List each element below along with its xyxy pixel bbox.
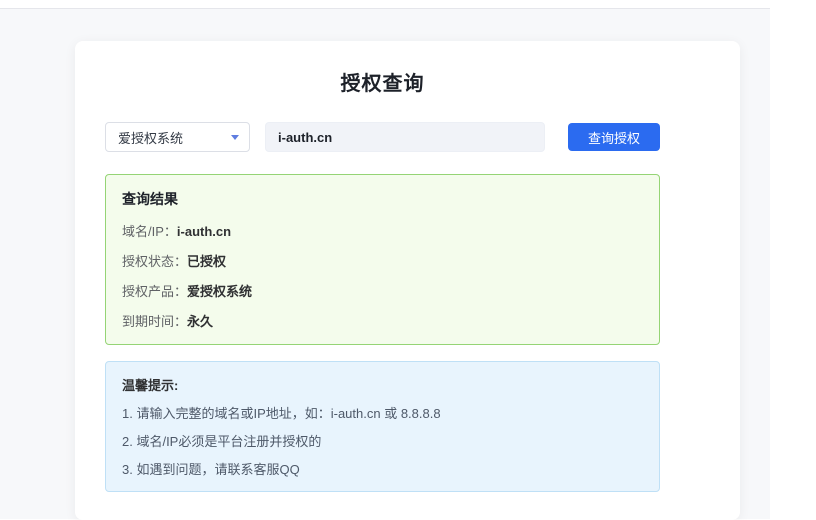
page-background: 授权查询 爱授权系统 查询授权 查询结果 域名/IP：i-auth.cn 授权状…	[0, 8, 770, 519]
result-value: 爱授权系统	[187, 284, 252, 299]
auth-query-card: 授权查询 爱授权系统 查询授权 查询结果 域名/IP：i-auth.cn 授权状…	[75, 41, 740, 520]
result-label: 授权状态：	[122, 254, 187, 269]
query-auth-button[interactable]: 查询授权	[568, 123, 660, 151]
chevron-down-icon	[231, 135, 239, 140]
tip-item: 1. 请输入完整的域名或IP地址，如：i-auth.cn 或 8.8.8.8	[122, 403, 643, 422]
result-heading: 查询结果	[122, 189, 643, 209]
result-row-product: 授权产品：爱授权系统	[122, 281, 643, 300]
system-select-value: 爱授权系统	[118, 128, 183, 147]
system-select[interactable]: 爱授权系统	[105, 122, 250, 152]
query-bar: 爱授权系统 查询授权	[105, 122, 660, 152]
page-title: 授权查询	[105, 67, 660, 96]
tip-item: 2. 域名/IP必须是平台注册并授权的	[122, 431, 643, 450]
domain-input[interactable]	[265, 122, 545, 152]
result-row-domain: 域名/IP：i-auth.cn	[122, 221, 643, 240]
result-label: 授权产品：	[122, 284, 187, 299]
result-label: 域名/IP：	[122, 224, 177, 239]
tips-heading: 温馨提示:	[122, 375, 643, 394]
result-row-expiry: 到期时间：永久	[122, 311, 643, 330]
result-row-status: 授权状态：已授权	[122, 251, 643, 270]
result-value: 永久	[187, 314, 213, 329]
result-value: i-auth.cn	[177, 224, 231, 239]
result-value: 已授权	[187, 254, 226, 269]
result-label: 到期时间：	[122, 314, 187, 329]
query-result-panel: 查询结果 域名/IP：i-auth.cn 授权状态：已授权 授权产品：爱授权系统…	[105, 174, 660, 345]
tip-item: 3. 如遇到问题，请联系客服QQ	[122, 459, 643, 478]
tips-panel: 温馨提示: 1. 请输入完整的域名或IP地址，如：i-auth.cn 或 8.8…	[105, 361, 660, 492]
